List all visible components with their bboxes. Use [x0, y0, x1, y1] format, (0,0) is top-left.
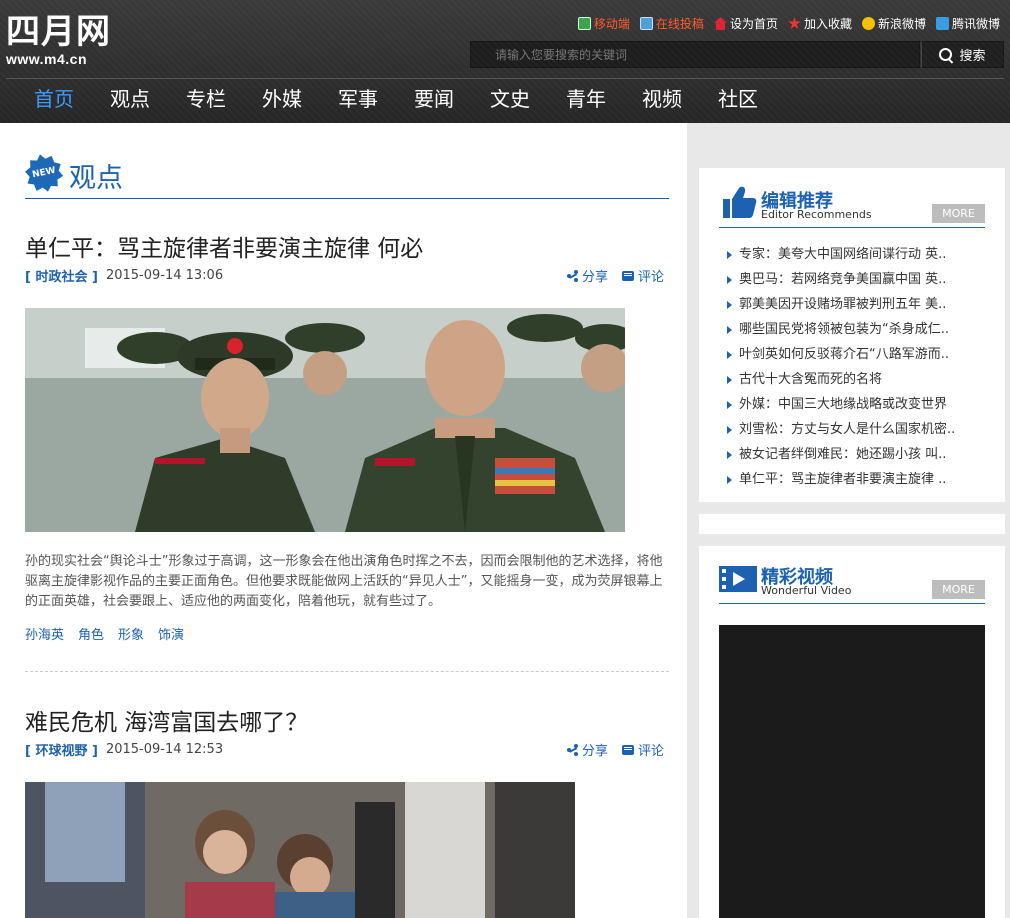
article-divider [25, 671, 669, 672]
share-icon [567, 744, 578, 755]
nav-item-home[interactable]: 首页 [16, 80, 92, 120]
wonderful-video-more-button[interactable]: MORE [932, 580, 985, 599]
new-badge-icon: NEW [21, 150, 66, 195]
top-link-favorite[interactable]: 加入收藏 [788, 15, 852, 32]
site-header: 四月网 www.m4.cn 移动端 在线投稿 设为首页 加入收藏 新浪微博 腾讯… [0, 0, 1010, 123]
search-input[interactable] [470, 41, 920, 68]
top-link-label: 移动端 [593, 17, 630, 31]
submit-icon [639, 17, 653, 30]
top-link-sina-weibo[interactable]: 新浪微博 [861, 15, 926, 32]
tencent-weibo-icon [935, 17, 949, 30]
top-link-set-homepage[interactable]: 设为首页 [713, 15, 778, 32]
site-logo[interactable]: 四月网 www.m4.cn [6, 14, 111, 67]
sina-weibo-icon [861, 17, 875, 30]
share-button[interactable]: 分享 [567, 740, 608, 759]
tag-link[interactable]: 形象 [118, 624, 144, 643]
article-summary: 孙的现实社会“舆论斗士”形象过于高调，这一形象会在他出演角色时挥之不去，因而会限… [25, 554, 663, 609]
top-link-label: 新浪微博 [877, 17, 926, 31]
article-title[interactable]: 难民危机 海湾富国去哪了？ [25, 703, 308, 737]
nav-item-youth[interactable]: 青年 [548, 80, 624, 120]
top-links: 移动端 在线投稿 设为首页 加入收藏 新浪微博 腾讯微博 [577, 15, 1000, 32]
tag-link[interactable]: 角色 [78, 624, 104, 643]
thumbs-up-icon [723, 186, 757, 218]
section-title: 观点 [69, 163, 123, 194]
top-link-tencent-weibo[interactable]: 腾讯微博 [935, 15, 1000, 32]
comment-icon [622, 270, 635, 281]
tag-link[interactable]: 孙海英 [25, 624, 64, 643]
article-title[interactable]: 单仁平：骂主旋律者非要演主旋律 何必 [25, 229, 423, 263]
article-datetime: 2015-09-14 13:06 [105, 268, 224, 283]
nav-item-history[interactable]: 文史 [472, 80, 548, 120]
main-nav: 首页 观点 专栏 外媒 军事 要闻 文史 青年 视频 社区 [16, 80, 776, 120]
film-icon [719, 566, 757, 592]
tag-link[interactable]: 饰演 [158, 624, 184, 643]
video-player[interactable] [719, 625, 985, 918]
section-header: NEW 观点 [25, 152, 669, 199]
top-link-label: 在线投稿 [655, 17, 704, 31]
nav-item-military[interactable]: 军事 [320, 80, 396, 120]
comment-label: 评论 [638, 744, 665, 759]
comment-icon [622, 744, 635, 755]
wonderful-video-subtitle: Wonderful Video [761, 584, 852, 597]
favorite-icon [788, 17, 801, 29]
top-link-mobile[interactable]: 移动端 [577, 15, 630, 32]
search-button[interactable]: 搜索 [921, 41, 1004, 68]
article-actions: 分享 评论 [567, 740, 664, 759]
top-link-submit[interactable]: 在线投稿 [639, 15, 704, 32]
nav-item-foreign-media[interactable]: 外媒 [244, 80, 320, 120]
list-item[interactable]: 奥巴马：若网络竞争美国赢中国 英.. [724, 271, 955, 296]
comment-button[interactable]: 评论 [622, 740, 664, 759]
list-item[interactable]: 单仁平：骂主旋律者非要演主旋律 .. [724, 471, 955, 496]
home-icon [713, 17, 727, 30]
article-datetime: 2015-09-14 12:53 [105, 742, 224, 757]
article-actions: 分享 评论 [567, 266, 664, 285]
editor-recommends-underline [719, 227, 985, 228]
list-item[interactable]: 被女记者绊倒难民：她还踢小孩 叫.. [724, 446, 955, 471]
article-tags: 孙海英 角色 形象 饰演 [25, 624, 184, 643]
wonderful-video-underline [719, 603, 985, 604]
article-category[interactable]: [ 时政社会 ] [25, 266, 98, 285]
top-link-label: 设为首页 [729, 17, 778, 31]
share-icon [567, 270, 578, 281]
list-item[interactable]: 刘雪松：方丈与女人是什么国家机密.. [724, 421, 955, 446]
share-label: 分享 [582, 744, 609, 759]
mobile-icon [577, 17, 591, 30]
search-bar: 搜索 [470, 41, 1004, 68]
list-item[interactable]: 古代十大含冤而死的名将 [724, 371, 955, 396]
logo-text: 四月网 [6, 12, 111, 52]
article-category[interactable]: [ 环球视野 ] [25, 740, 98, 759]
nav-item-column[interactable]: 专栏 [168, 80, 244, 120]
article-photo[interactable] [25, 782, 575, 918]
editor-recommends-list: 专家：美夸大中国网络间谍行动 英.. 奥巴马：若网络竞争美国赢中国 英.. 郭美… [724, 246, 955, 496]
article-meta: [ 时政社会 ] 2015-09-14 13:06 [25, 266, 223, 285]
list-item[interactable]: 专家：美夸大中国网络间谍行动 英.. [724, 246, 955, 271]
list-item[interactable]: 哪些国民党将领被包装为“杀身成仁.. [724, 321, 955, 346]
article-photo-soldiers [25, 308, 625, 532]
list-item[interactable]: 外媒：中国三大地缘战略或改变世界 [724, 396, 955, 421]
logo-url: www.m4.cn [6, 51, 88, 67]
comment-label: 评论 [638, 270, 665, 285]
search-button-label: 搜索 [959, 49, 986, 64]
article-meta: [ 环球视野 ] 2015-09-14 12:53 [25, 740, 223, 759]
editor-recommends-subtitle: Editor Recommends [761, 208, 872, 221]
list-item[interactable]: 郭美美因开设赌场罪被判刑五年 美.. [724, 296, 955, 321]
share-label: 分享 [582, 270, 609, 285]
editor-recommends-more-button[interactable]: MORE [932, 204, 985, 223]
list-item[interactable]: 叶剑英如何反驳蒋介石“八路军游而.. [724, 346, 955, 371]
nav-item-news[interactable]: 要闻 [396, 80, 472, 120]
comment-button[interactable]: 评论 [622, 266, 664, 285]
sidebar-spacer-panel [699, 514, 1005, 534]
top-link-label: 腾讯微博 [951, 17, 1000, 31]
share-button[interactable]: 分享 [567, 266, 608, 285]
nav-item-community[interactable]: 社区 [700, 80, 776, 120]
nav-item-viewpoint[interactable]: 观点 [92, 80, 168, 120]
article-photo[interactable] [25, 308, 625, 532]
article-photo-refugees [25, 782, 575, 918]
top-link-label: 加入收藏 [803, 17, 852, 31]
search-icon [939, 47, 953, 62]
nav-item-video[interactable]: 视频 [624, 80, 700, 120]
nav-divider [6, 78, 1004, 79]
